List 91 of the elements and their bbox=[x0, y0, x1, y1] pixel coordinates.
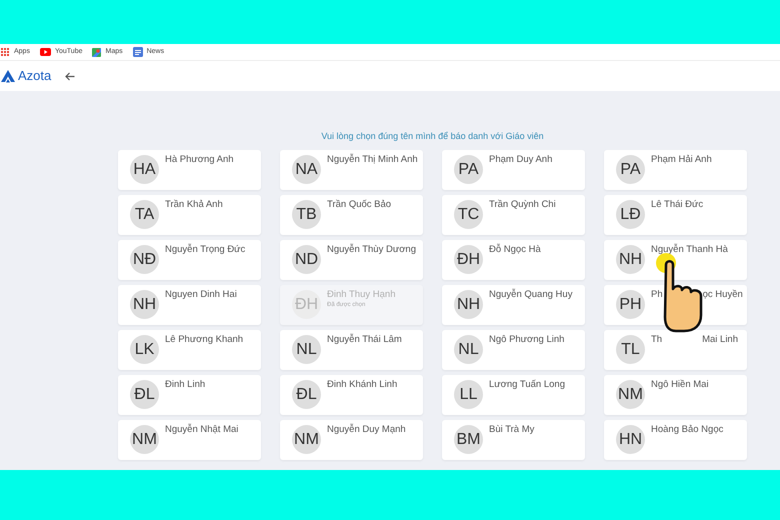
student-card[interactable]: TC Trần Quỳnh Chi bbox=[442, 195, 585, 235]
student-card[interactable]: BM Bùi Trà My bbox=[442, 420, 585, 460]
student-card[interactable]: ĐH Đỗ Ngọc Hà bbox=[442, 240, 585, 280]
student-card[interactable]: NH Nguyễn Thanh Hà bbox=[604, 240, 747, 280]
student-name: Nguyễn Thái Lâm bbox=[327, 333, 402, 346]
avatar-initials: NM bbox=[292, 425, 321, 454]
student-name: Mai Linh bbox=[702, 333, 738, 346]
student-card[interactable]: LK Lê Phương Khanh bbox=[118, 330, 261, 370]
avatar-initials: LK bbox=[130, 335, 159, 364]
student-name: Nguyễn Thanh Hà bbox=[651, 243, 728, 256]
student-card[interactable]: TL Th Mai Linh bbox=[604, 330, 747, 370]
avatar-initials: NH bbox=[616, 245, 645, 274]
avatar-initials: NĐ bbox=[130, 245, 159, 274]
avatar-initials: TB bbox=[292, 200, 321, 229]
back-arrow-icon[interactable] bbox=[65, 72, 76, 80]
avatar-initials: NH bbox=[454, 290, 483, 319]
student-card[interactable]: LĐ Lê Thái Đức bbox=[604, 195, 747, 235]
student-card[interactable]: TA Trần Khả Anh bbox=[118, 195, 261, 235]
avatar-initials: NH bbox=[130, 290, 159, 319]
student-name: Đinh Thuy Hạnh bbox=[327, 288, 396, 301]
avatar-initials: NL bbox=[292, 335, 321, 364]
student-name: Đinh Linh bbox=[165, 378, 206, 391]
student-card[interactable]: LL Lương Tuấn Long bbox=[442, 375, 585, 415]
avatar-initials: ND bbox=[292, 245, 321, 274]
student-card[interactable]: ĐL Đinh Khánh Linh bbox=[280, 375, 423, 415]
student-card[interactable]: NL Ngô Phương Linh bbox=[442, 330, 585, 370]
student-name: Trần Quỳnh Chi bbox=[489, 198, 556, 211]
logo-icon bbox=[1, 70, 15, 82]
student-card[interactable]: ND Nguyễn Thùy Dương bbox=[280, 240, 423, 280]
avatar-initials: LĐ bbox=[616, 200, 645, 229]
student-name: Đinh Khánh Linh bbox=[327, 378, 398, 391]
avatar-initials: PA bbox=[616, 155, 645, 184]
avatar-initials: ĐL bbox=[292, 380, 321, 409]
student-name: ọc Huyền bbox=[702, 288, 743, 301]
student-card[interactable]: ĐL Đinh Linh bbox=[118, 375, 261, 415]
student-name: Trần Khả Anh bbox=[165, 198, 223, 211]
avatar-initials: TA bbox=[130, 200, 159, 229]
avatar-initials: TL bbox=[616, 335, 645, 364]
avatar-initials: NM bbox=[616, 380, 645, 409]
student-card[interactable]: NĐ Nguyễn Trọng Đức bbox=[118, 240, 261, 280]
student-card[interactable]: PA Phạm Hải Anh bbox=[604, 150, 747, 190]
student-card[interactable]: NM Ngô Hiền Mai bbox=[604, 375, 747, 415]
avatar-initials: NA bbox=[292, 155, 321, 184]
student-name: Ngô Phương Linh bbox=[489, 333, 564, 346]
student-card[interactable]: PA Phạm Duy Anh bbox=[442, 150, 585, 190]
student-name: Nguyễn Quang Huy bbox=[489, 288, 572, 301]
student-card[interactable]: NM Nguyễn Nhật Mai bbox=[118, 420, 261, 460]
student-card[interactable]: HN Hoàng Bảo Ngọc bbox=[604, 420, 747, 460]
avatar-initials: TC bbox=[454, 200, 483, 229]
student-card[interactable]: TB Trần Quốc Bảo bbox=[280, 195, 423, 235]
student-name: Phạm Duy Anh bbox=[489, 153, 552, 166]
student-name: Đỗ Ngọc Hà bbox=[489, 243, 541, 256]
avatar-initials: ĐL bbox=[130, 380, 159, 409]
avatar-initials: LL bbox=[454, 380, 483, 409]
avatar-initials: NM bbox=[130, 425, 159, 454]
instruction-text: Vui lòng chọn đúng tên mình để báo danh với Giáo viên bbox=[320, 131, 545, 142]
avatar-initials: HN bbox=[616, 425, 645, 454]
student-name: Nguyễn Thị Minh Anh bbox=[327, 153, 418, 166]
student-card[interactable]: NM Nguyễn Duy Mạnh bbox=[280, 420, 423, 460]
student-name: Hà Phương Anh bbox=[165, 153, 234, 166]
student-card[interactable]: NH Nguyen Dinh Hai bbox=[118, 285, 261, 325]
student-name: Ph bbox=[651, 288, 663, 301]
student-name: Nguyễn Trọng Đức bbox=[165, 243, 246, 256]
student-name: Trần Quốc Bảo bbox=[327, 198, 392, 211]
newspaper-icon bbox=[132, 47, 143, 57]
student-card[interactable]: NA Nguyễn Thị Minh Anh bbox=[280, 150, 423, 190]
play-icon bbox=[40, 48, 51, 56]
student-card[interactable]: NH Nguyễn Quang Huy bbox=[442, 285, 585, 325]
student-name: Nguyễn Nhật Mai bbox=[165, 423, 238, 436]
brand-name: Azota bbox=[18, 67, 52, 86]
student-name: Lê Thái Đức bbox=[651, 198, 704, 211]
student-name: Phạm Hải Anh bbox=[651, 153, 712, 166]
student-card[interactable]: NL Nguyễn Thái Lâm bbox=[280, 330, 423, 370]
student-name: Nguyen Dinh Hai bbox=[165, 288, 237, 301]
student-name: Bùi Trà My bbox=[489, 423, 534, 436]
avatar-initials: PA bbox=[454, 155, 483, 184]
apps-grid-icon bbox=[1, 48, 10, 56]
map-icon bbox=[92, 48, 102, 56]
student-name: Lê Phương Khanh bbox=[165, 333, 244, 346]
student-name: Nguyễn Thùy Dương bbox=[327, 243, 416, 256]
avatar-initials: NL bbox=[454, 335, 483, 364]
student-name: Nguyễn Duy Mạnh bbox=[327, 423, 406, 436]
student-name: Ngô Hiền Mai bbox=[651, 378, 709, 391]
avatar-initials: ĐH bbox=[454, 245, 483, 274]
avatar-initials: HA bbox=[130, 155, 159, 184]
student-name: Lương Tuấn Long bbox=[489, 378, 565, 391]
student-name: Th bbox=[651, 333, 662, 346]
student-card[interactable]: HA Hà Phương Anh bbox=[118, 150, 261, 190]
student-name: Hoàng Bảo Ngọc bbox=[651, 423, 724, 436]
avatar-initials: BM bbox=[454, 425, 483, 454]
avatar-initials: PH bbox=[616, 290, 645, 319]
